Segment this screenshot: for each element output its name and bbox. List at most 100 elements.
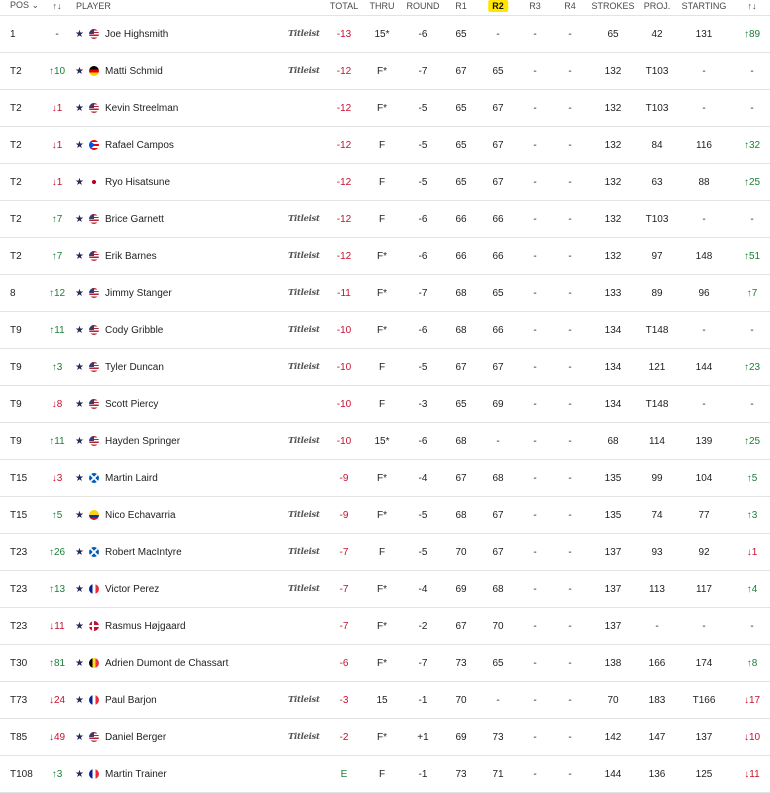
table-row[interactable]: T2 ↑10 ★ Matti Schmid Titleist -12 F* -7 67 65 - - 1… [0,53,770,90]
table-row[interactable]: T2 ↓1 ★ Rafael Campos -12 F -5 65 67 - - 132 84 116 ↑3… [0,127,770,164]
header-move-sort[interactable]: ↑↓ [53,0,62,13]
total-score-cell: -12 [336,176,352,188]
table-row[interactable]: T9 ↑11 ★ Hayden Springer Titleist -10 15* -6 68 -… [0,423,770,460]
favorite-star-icon[interactable]: ★ [75,423,84,459]
player-name-link[interactable]: Cody Gribble [105,312,163,348]
player-name-link[interactable]: Erik Barnes [105,238,157,274]
r4-cell: - [568,361,572,373]
header-r4[interactable]: R4 [564,0,576,13]
player-name-link[interactable]: Nico Echavarria [105,497,176,533]
favorite-star-icon[interactable]: ★ [75,719,84,755]
projected-cell: 93 [651,546,663,558]
table-row[interactable]: T30 ↑81 ★ Adrien Dumont de Chassart -6 F* -7 73… [0,645,770,682]
table-row[interactable]: T73 ↓24 ★ Paul Barjon Titleist -3 15 -1 70 - - - 70 1… [0,682,770,719]
header-player[interactable]: PLAYER [76,0,111,13]
table-row[interactable]: T108 ↑3 ★ Martin Trainer E F -1 73 71 - - 144 136 125… [0,756,770,793]
player-name-link[interactable]: Jimmy Stanger [105,275,172,311]
movement-cell: ↑11 [49,435,65,447]
player-name-link[interactable]: Tyler Duncan [105,349,164,385]
favorite-star-icon[interactable]: ★ [75,164,84,200]
total-score-cell: -7 [339,546,349,558]
table-row[interactable]: T2 ↓1 ★ Kevin Streelman -12 F* -5 65 67 - - 132 T103… [0,90,770,127]
header-round[interactable]: ROUND [407,0,440,13]
header-proj[interactable]: PROJ. [644,0,671,13]
starting-cell: 139 [695,435,713,447]
favorite-star-icon[interactable]: ★ [75,460,84,496]
header-change-sort[interactable]: ↑↓ [748,0,757,13]
header-r2[interactable]: R2 [488,0,508,13]
player-name-link[interactable]: Victor Perez [105,571,159,607]
strokes-cell: 68 [607,435,619,447]
table-row[interactable]: 8 ↑12 ★ Jimmy Stanger Titleist -11 F* -7 68 65 - - 1… [0,275,770,312]
position-cell: T2 [10,250,22,262]
favorite-star-icon[interactable]: ★ [75,312,84,348]
favorite-star-icon[interactable]: ★ [75,608,84,644]
player-name-link[interactable]: Martin Trainer [105,756,167,792]
total-score-cell: -7 [339,583,349,595]
header-total[interactable]: TOTAL [330,0,358,13]
favorite-star-icon[interactable]: ★ [75,682,84,718]
position-cell: T30 [10,657,28,669]
player-name-link[interactable]: Rafael Campos [105,127,174,163]
position-cell: T2 [10,139,22,151]
table-row[interactable]: T85 ↓49 ★ Daniel Berger Titleist -2 F* +1 69 73 - -… [0,719,770,756]
projected-cell: - [655,620,659,632]
player-name-link[interactable]: Hayden Springer [105,423,180,459]
header-thru[interactable]: THRU [370,0,395,13]
r1-cell: 68 [455,324,467,336]
country-flag-icon [89,275,99,311]
table-row[interactable]: T23 ↓11 ★ Rasmus Højgaard -7 F* -2 67 70 - - 137 - - - [0,608,770,645]
favorite-star-icon[interactable]: ★ [75,201,84,237]
header-starting[interactable]: STARTING [682,0,727,13]
position-cell: 8 [10,287,16,299]
player-name-link[interactable]: Brice Garnett [105,201,164,237]
projected-cell: 121 [648,361,666,373]
favorite-star-icon[interactable]: ★ [75,386,84,422]
header-pos[interactable]: POS ⌄ [10,0,39,13]
player-name-link[interactable]: Daniel Berger [105,719,166,755]
table-row[interactable]: T15 ↑5 ★ Nico Echavarria Titleist -9 F* -5 68 67 -… [0,497,770,534]
player-name-link[interactable]: Kevin Streelman [105,90,178,126]
r4-cell: - [568,250,572,262]
table-row[interactable]: T2 ↑7 ★ Erik Barnes Titleist -12 F* -6 66 66 - - 132… [0,238,770,275]
player-name-link[interactable]: Paul Barjon [105,682,157,718]
table-row[interactable]: T2 ↓1 ★ Ryo Hisatsune -12 F -5 65 67 - - 132 63 88 ↑25 [0,164,770,201]
header-strokes[interactable]: STROKES [591,0,634,13]
player-name-link[interactable]: Matti Schmid [105,53,163,89]
favorite-star-icon[interactable]: ★ [75,756,84,792]
table-row[interactable]: T9 ↑3 ★ Tyler Duncan Titleist -10 F -5 67 67 - - 134… [0,349,770,386]
starting-cell: 104 [695,472,713,484]
favorite-star-icon[interactable]: ★ [75,349,84,385]
table-row[interactable]: T9 ↑11 ★ Cody Gribble Titleist -10 F* -6 68 66 - - 1… [0,312,770,349]
favorite-star-icon[interactable]: ★ [75,534,84,570]
player-name-link[interactable]: Ryo Hisatsune [105,164,170,200]
player-name-link[interactable]: Adrien Dumont de Chassart [105,645,228,681]
change-cell: - [750,324,754,336]
table-row[interactable]: T23 ↑26 ★ Robert MacIntyre Titleist -7 F -5 70 67… [0,534,770,571]
strokes-cell: 132 [604,139,622,151]
favorite-star-icon[interactable]: ★ [75,571,84,607]
player-name-link[interactable]: Rasmus Højgaard [105,608,186,644]
favorite-star-icon[interactable]: ★ [75,497,84,533]
position-cell: T2 [10,176,22,188]
favorite-star-icon[interactable]: ★ [75,53,84,89]
favorite-star-icon[interactable]: ★ [75,238,84,274]
table-row[interactable]: T9 ↓8 ★ Scott Piercy -10 F -3 65 69 - - 134 T148 - - [0,386,770,423]
table-row[interactable]: T15 ↓3 ★ Martin Laird -9 F* -4 67 68 - - 135 99 104 ↑5 [0,460,770,497]
favorite-star-icon[interactable]: ★ [75,16,84,52]
r4-cell: - [568,176,572,188]
player-name-link[interactable]: Robert MacIntyre [105,534,182,570]
header-r3[interactable]: R3 [529,0,541,13]
r4-cell: - [568,435,572,447]
favorite-star-icon[interactable]: ★ [75,90,84,126]
table-row[interactable]: T23 ↑13 ★ Victor Perez Titleist -7 F* -4 69 68 - - 1… [0,571,770,608]
header-r1[interactable]: R1 [455,0,467,13]
favorite-star-icon[interactable]: ★ [75,127,84,163]
player-name-link[interactable]: Scott Piercy [105,386,158,422]
table-row[interactable]: 1 - ★ Joe Highsmith Titleist -13 15* -6 65 - - - 65 4… [0,16,770,53]
table-row[interactable]: T2 ↑7 ★ Brice Garnett Titleist -12 F -6 66 66 - - 13… [0,201,770,238]
player-name-link[interactable]: Martin Laird [105,460,158,496]
favorite-star-icon[interactable]: ★ [75,275,84,311]
player-name-link[interactable]: Joe Highsmith [105,16,168,52]
favorite-star-icon[interactable]: ★ [75,645,84,681]
